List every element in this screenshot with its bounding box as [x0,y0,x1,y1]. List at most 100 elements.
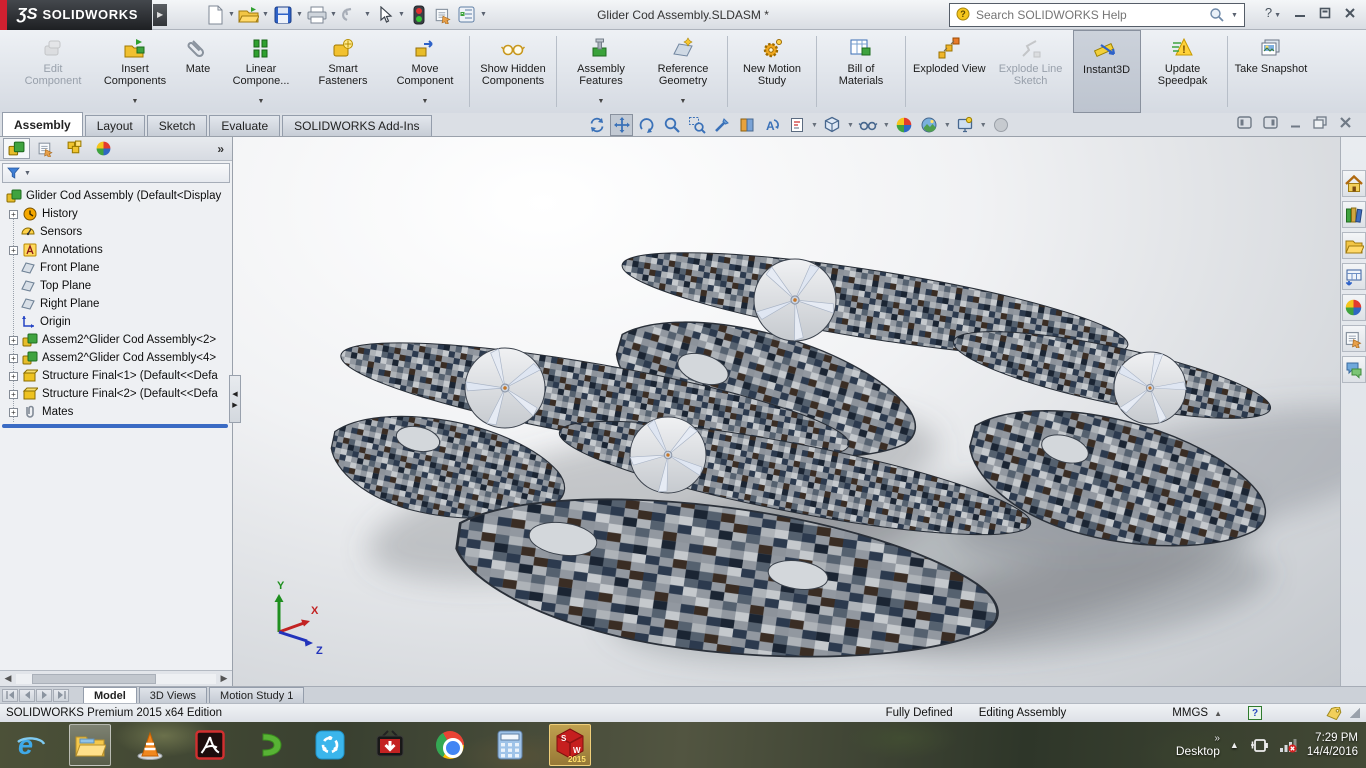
ribbon-button-move-component[interactable]: Move Component ▼ [385,32,465,111]
chevron-down-icon[interactable]: ▼ [1230,12,1239,19]
tree-horizontal-scrollbar[interactable]: ◀ ▶ [0,670,232,686]
chevron-down-icon[interactable]: ▼ [680,96,687,109]
file-properties-button[interactable] [431,3,454,26]
ribbon-button-smart-fasteners[interactable]: Smart Fasteners [303,32,383,111]
zoom-to-area-icon[interactable] [685,114,708,136]
expand-toggle-icon[interactable]: + [9,371,18,381]
last-tab-icon[interactable] [53,688,69,702]
ribbon-button-mate[interactable]: Mate [177,32,219,111]
next-tab-icon[interactable] [36,688,52,702]
edit-appearance-icon[interactable] [893,114,916,136]
chevron-down-icon[interactable]: ▼ [944,122,951,129]
chevron-down-icon[interactable]: ▼ [397,11,406,18]
previous-tab-icon[interactable] [19,688,35,702]
quick-tips-icon[interactable]: ? [1248,706,1262,720]
ribbon-button-new-motion-study[interactable]: New Motion Study [732,32,812,111]
units-selector[interactable]: MMGS [1172,707,1208,719]
ribbon-button-reference-geometry[interactable]: Reference Geometry ▼ [643,32,723,111]
chevron-down-icon[interactable]: ▼ [847,122,854,129]
design-library-icon[interactable] [1341,201,1366,228]
expand-toggle-icon[interactable]: + [9,353,18,363]
taskbar-vlc-icon[interactable] [129,724,171,766]
tree-item-top-plane[interactable]: Top Plane [0,277,232,295]
rebuild-traffic-light-button[interactable] [407,3,430,26]
tab-evaluate[interactable]: Evaluate [209,115,281,136]
taskbar-solidworks-icon[interactable]: S W 2015 [549,724,591,766]
undo-button[interactable] [339,3,362,26]
chevron-down-icon[interactable]: ▼ [258,96,265,109]
doc-minimize-icon[interactable] [1289,116,1302,129]
doc-close-icon[interactable] [1339,116,1352,129]
open-document-button[interactable] [237,3,260,26]
clock[interactable]: 7:29 PM 14/4/2016 [1307,731,1358,759]
scroll-right-icon[interactable]: ▶ [218,673,230,684]
roll-view-icon[interactable] [635,114,658,136]
display-style-icon[interactable] [821,114,844,136]
tab-assembly[interactable]: Assembly [2,112,83,136]
collapse-pane-left-icon[interactable] [1237,116,1252,129]
search-input[interactable] [976,8,1204,22]
rollback-bar[interactable] [2,424,228,428]
chevron-down-icon[interactable]: ▼ [811,122,818,129]
taskbar-chrome-icon[interactable] [429,724,471,766]
previous-view-icon[interactable] [585,114,608,136]
print-button[interactable] [305,3,328,26]
first-tab-icon[interactable] [2,688,18,702]
ribbon-button-assembly-features[interactable]: Assembly Features ▼ [561,32,641,111]
view-orientation-icon[interactable] [785,114,808,136]
solidworks-forum-icon[interactable] [1341,356,1366,383]
doc-restore-icon[interactable] [1313,116,1328,129]
taskbar-video-downloader-icon[interactable] [369,724,411,766]
tree-item-annotations[interactable]: + Annotations [0,241,232,259]
help-button[interactable]: ? ▼ [1265,5,1281,20]
pane-overflow-chevrons[interactable]: » [217,142,229,156]
appearances-scenes-icon[interactable] [1341,294,1366,321]
restore-button[interactable] [1319,7,1331,19]
tree-item-subassembly-4[interactable]: + Assem2^Glider Cod Assembly<4> [0,349,232,367]
taskbar-shareit-icon[interactable] [309,724,351,766]
taskbar-file-explorer-icon[interactable] [69,724,111,766]
zoom-to-fit-icon[interactable] [660,114,683,136]
scroll-left-icon[interactable]: ◀ [2,673,14,684]
network-icon[interactable] [1279,737,1297,753]
tree-item-right-plane[interactable]: Right Plane [0,295,232,313]
custom-properties-icon[interactable] [1341,325,1366,352]
chevron-down-icon[interactable]: ▼ [883,122,890,129]
chevron-down-icon[interactable]: ▼ [132,96,139,109]
apply-scene-icon[interactable] [918,114,941,136]
save-button[interactable] [271,3,294,26]
show-hidden-icons-button[interactable]: ▲ [1230,740,1239,750]
ribbon-button-show-hidden-components[interactable]: Show Hidden Components [474,32,552,111]
chevron-down-icon[interactable]: ▼ [363,11,372,18]
chevron-down-icon[interactable]: ▼ [422,96,429,109]
ribbon-button-bill-of-materials[interactable]: Bill of Materials [821,32,901,111]
file-explorer-icon[interactable] [1341,232,1366,259]
tree-item-mates[interactable]: + Mates [0,403,232,421]
ribbon-button-instant3d[interactable]: Instant3D [1072,30,1141,113]
chevron-down-icon[interactable]: ▼ [227,11,236,18]
solidworks-resources-home-icon[interactable] [1341,170,1366,197]
expand-toggle-icon[interactable]: + [9,245,18,255]
chevron-down-icon[interactable]: ▼ [295,11,304,18]
section-view-icon[interactable] [735,114,758,136]
pane-splitter-handle[interactable]: ◀ ▶ [229,375,241,423]
ribbon-button-update-speedpak[interactable]: ! Update Speedpak [1143,32,1223,111]
tab-sketch[interactable]: Sketch [146,115,208,136]
expand-toggle-icon[interactable]: + [9,407,18,417]
units-caret-icon[interactable]: ▲ [1214,709,1222,718]
chevron-down-icon[interactable]: ▼ [479,11,488,18]
expand-toggle-icon[interactable]: + [9,335,18,345]
pan-icon[interactable] [610,114,633,136]
search-icon[interactable] [1209,7,1225,23]
help-search-box[interactable]: ? ▼ [949,3,1245,27]
options-button[interactable] [455,3,478,26]
ribbon-button-explode-line-sketch[interactable]: Explode Line Sketch [991,32,1071,111]
glider-assembly-model[interactable]: Y X Z [233,137,1340,686]
chevron-down-icon[interactable]: ▼ [980,122,987,129]
tree-item-history[interactable]: + History [0,205,232,223]
expand-toggle-icon[interactable]: + [9,209,18,219]
compare-icon[interactable] [990,114,1013,136]
ribbon-button-edit-component[interactable]: Edit Component [13,32,93,111]
tab-layout[interactable]: Layout [84,115,145,136]
tab-solidworks-add-ins[interactable]: SOLIDWORKS Add-Ins [282,115,432,136]
